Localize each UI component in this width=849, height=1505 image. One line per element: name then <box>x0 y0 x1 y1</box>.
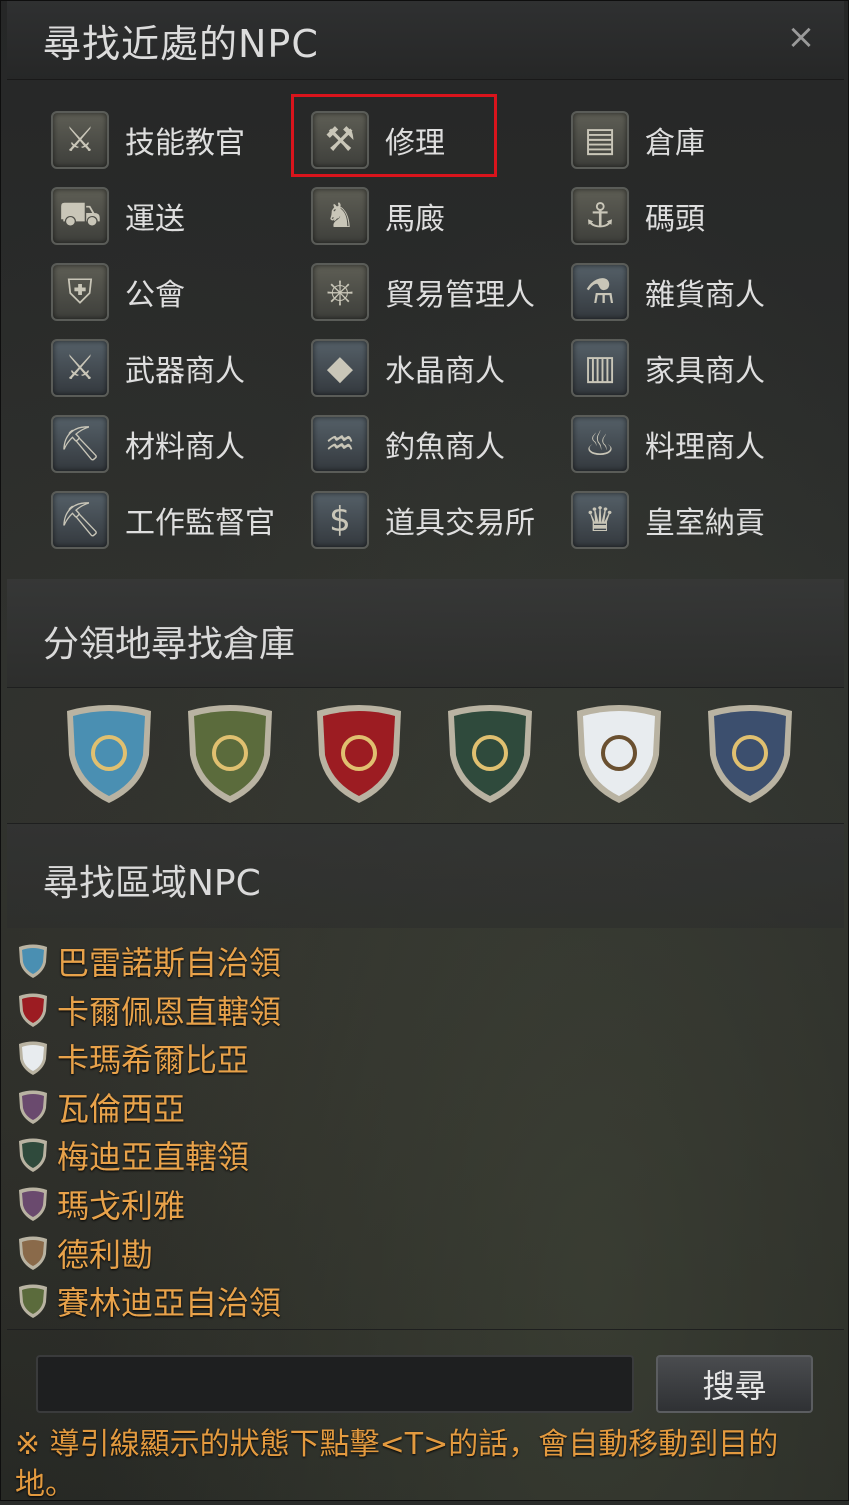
npc-button[interactable]: ⛏ 材料商人 <box>51 413 245 475</box>
red-eagle-crest-icon[interactable] <box>313 703 405 805</box>
npc-button-label: 道具交易所 <box>385 506 535 541</box>
region-label: 瓦倫西亞 <box>57 1089 186 1128</box>
region-crest-icon <box>19 1187 47 1221</box>
npc-button-label: 釣魚商人 <box>385 430 505 465</box>
npc-button[interactable]: ♛ 皇室納貢 <box>571 489 765 551</box>
storage-section-title: 分領地尋找倉庫 <box>43 624 296 665</box>
region-crest-icon <box>19 1041 47 1076</box>
pickaxe-icon: ⛏ <box>51 415 109 473</box>
armchair-icon: ▥ <box>571 339 629 397</box>
npc-button[interactable]: ⚔ 技能教官 <box>51 109 245 171</box>
window-title: 尋找近處的NPC <box>43 22 319 66</box>
shield-crest-icon: ⛨ <box>51 263 109 321</box>
green-lion-crest-icon[interactable] <box>184 703 276 805</box>
highlight-box <box>291 94 497 177</box>
npc-button[interactable]: ♞ 馬廄 <box>311 185 445 247</box>
region-label: 卡爾佩恩直轄領 <box>57 992 282 1031</box>
npc-button-label: 公會 <box>125 278 185 313</box>
npc-button[interactable]: ⛟ 運送 <box>51 185 185 247</box>
npc-button[interactable]: ▥ 家具商人 <box>571 337 765 399</box>
region-list-item[interactable]: 卡瑪希爾比亞 <box>17 1036 249 1080</box>
npc-button[interactable]: ⚓ 碼頭 <box>571 185 705 247</box>
diamond-icon: ◆ <box>311 339 369 397</box>
region-label: 賽林迪亞自治領 <box>57 1284 282 1323</box>
sword-shield-icon: ⚔ <box>51 339 109 397</box>
region-crest-icon <box>19 1284 47 1319</box>
npc-button[interactable]: ♨ 料理商人 <box>571 413 765 475</box>
npc-button-label: 倉庫 <box>645 126 705 161</box>
npc-button-label: 碼頭 <box>645 202 705 237</box>
npc-button-label: 雜貨商人 <box>645 278 765 313</box>
search-input[interactable] <box>36 1355 634 1413</box>
region-crest-icon <box>19 944 47 978</box>
region-crest-icon <box>19 993 47 1027</box>
npc-button-label: 武器商人 <box>125 354 245 389</box>
chest-icon: ▤ <box>571 111 629 169</box>
region-list-item[interactable]: 梅迪亞直轄領 <box>17 1133 249 1177</box>
green-crescent-crest-icon[interactable] <box>444 703 536 805</box>
npc-button-label: 貿易管理人 <box>385 278 535 313</box>
region-list-item[interactable]: 卡爾佩恩直轄領 <box>17 988 281 1032</box>
npc-button-label: 工作監督官 <box>125 506 275 541</box>
crossed-axes-icon: ⚔ <box>51 111 109 169</box>
npc-button-label: 皇室納貢 <box>645 506 765 541</box>
npc-button-label: 料理商人 <box>645 430 765 465</box>
region-label: 梅迪亞直轄領 <box>57 1138 250 1177</box>
npc-button-label: 運送 <box>125 202 185 237</box>
money-bag-icon: $ <box>311 491 369 549</box>
npc-button[interactable]: ⚔ 武器商人 <box>51 337 245 399</box>
title-bar: 尋找近處的NPC × <box>7 1 844 80</box>
blue-horse-crest-icon[interactable] <box>63 703 155 805</box>
white-tree-crest-icon[interactable] <box>573 703 665 805</box>
wheel-icon: ⎈ <box>311 263 369 321</box>
npc-button-label: 馬廄 <box>385 202 445 237</box>
cart-icon: ♛ <box>571 491 629 549</box>
npc-button[interactable]: ⎈ 貿易管理人 <box>311 261 535 323</box>
npc-button[interactable]: ◆ 水晶商人 <box>311 337 505 399</box>
region-list-item[interactable]: 巴雷諾斯自治領 <box>17 939 281 983</box>
npc-button-label: 水晶商人 <box>385 354 505 389</box>
anchor-icon: ⚓ <box>571 187 629 245</box>
divider <box>7 1329 844 1330</box>
region-crest-icon <box>19 1138 47 1173</box>
region-section-title: 尋找區域NPC <box>43 863 261 904</box>
region-list-item[interactable]: 德利勘 <box>17 1231 153 1275</box>
potion-icon: ⚗ <box>571 263 629 321</box>
region-label: 卡瑪希爾比亞 <box>57 1041 250 1080</box>
search-button[interactable]: 搜尋 <box>656 1355 813 1413</box>
npc-button[interactable]: ⛏ 工作監督官 <box>51 489 275 551</box>
npc-button[interactable]: $ 道具交易所 <box>311 489 535 551</box>
region-list-item[interactable]: 瓦倫西亞 <box>17 1085 185 1129</box>
region-crest-icon <box>19 1090 47 1124</box>
npc-button-label: 技能教官 <box>125 126 245 161</box>
npc-button[interactable]: ▤ 倉庫 <box>571 109 705 171</box>
npc-button[interactable]: ⚗ 雜貨商人 <box>571 261 765 323</box>
region-list-item[interactable]: 賽林迪亞自治領 <box>17 1279 281 1323</box>
npc-button[interactable]: ♒ 釣魚商人 <box>311 413 505 475</box>
find-npc-window: 尋找近處的NPC × ⚔ 技能教官 ⚒ 修理 ▤ 倉庫 ⛟ 運送 ♞ 馬廄 ⚓ 碼頭 ⛨ 公會 ⎈ 貿易管理人… <box>0 0 849 1502</box>
close-icon[interactable]: × <box>781 15 821 59</box>
npc-button-label: 材料商人 <box>125 430 245 465</box>
region-list-item[interactable]: 瑪戈利雅 <box>17 1182 185 1226</box>
hint-text: ※ 導引線顯示的狀態下點擊<T>的話，會自動移動到目的地。 <box>15 1427 779 1502</box>
pickaxe-icon: ⛏ <box>51 491 109 549</box>
roast-chicken-icon: ♨ <box>571 415 629 473</box>
region-section-header: 尋找區域NPC <box>7 824 844 928</box>
horse-head-icon: ♞ <box>311 187 369 245</box>
npc-button[interactable]: ⛨ 公會 <box>51 261 185 323</box>
storage-section-header: 分領地尋找倉庫 <box>7 579 844 687</box>
divider <box>7 687 844 688</box>
region-label: 德利勘 <box>57 1235 154 1274</box>
region-label: 瑪戈利雅 <box>57 1187 186 1225</box>
fish-icon: ♒ <box>311 415 369 473</box>
region-crest-icon <box>19 1236 47 1270</box>
npc-button-label: 家具商人 <box>645 354 765 389</box>
blue-red-knot-crest-icon[interactable] <box>704 703 796 805</box>
region-label: 巴雷諾斯自治領 <box>57 944 282 982</box>
wagon-icon: ⛟ <box>51 187 109 245</box>
